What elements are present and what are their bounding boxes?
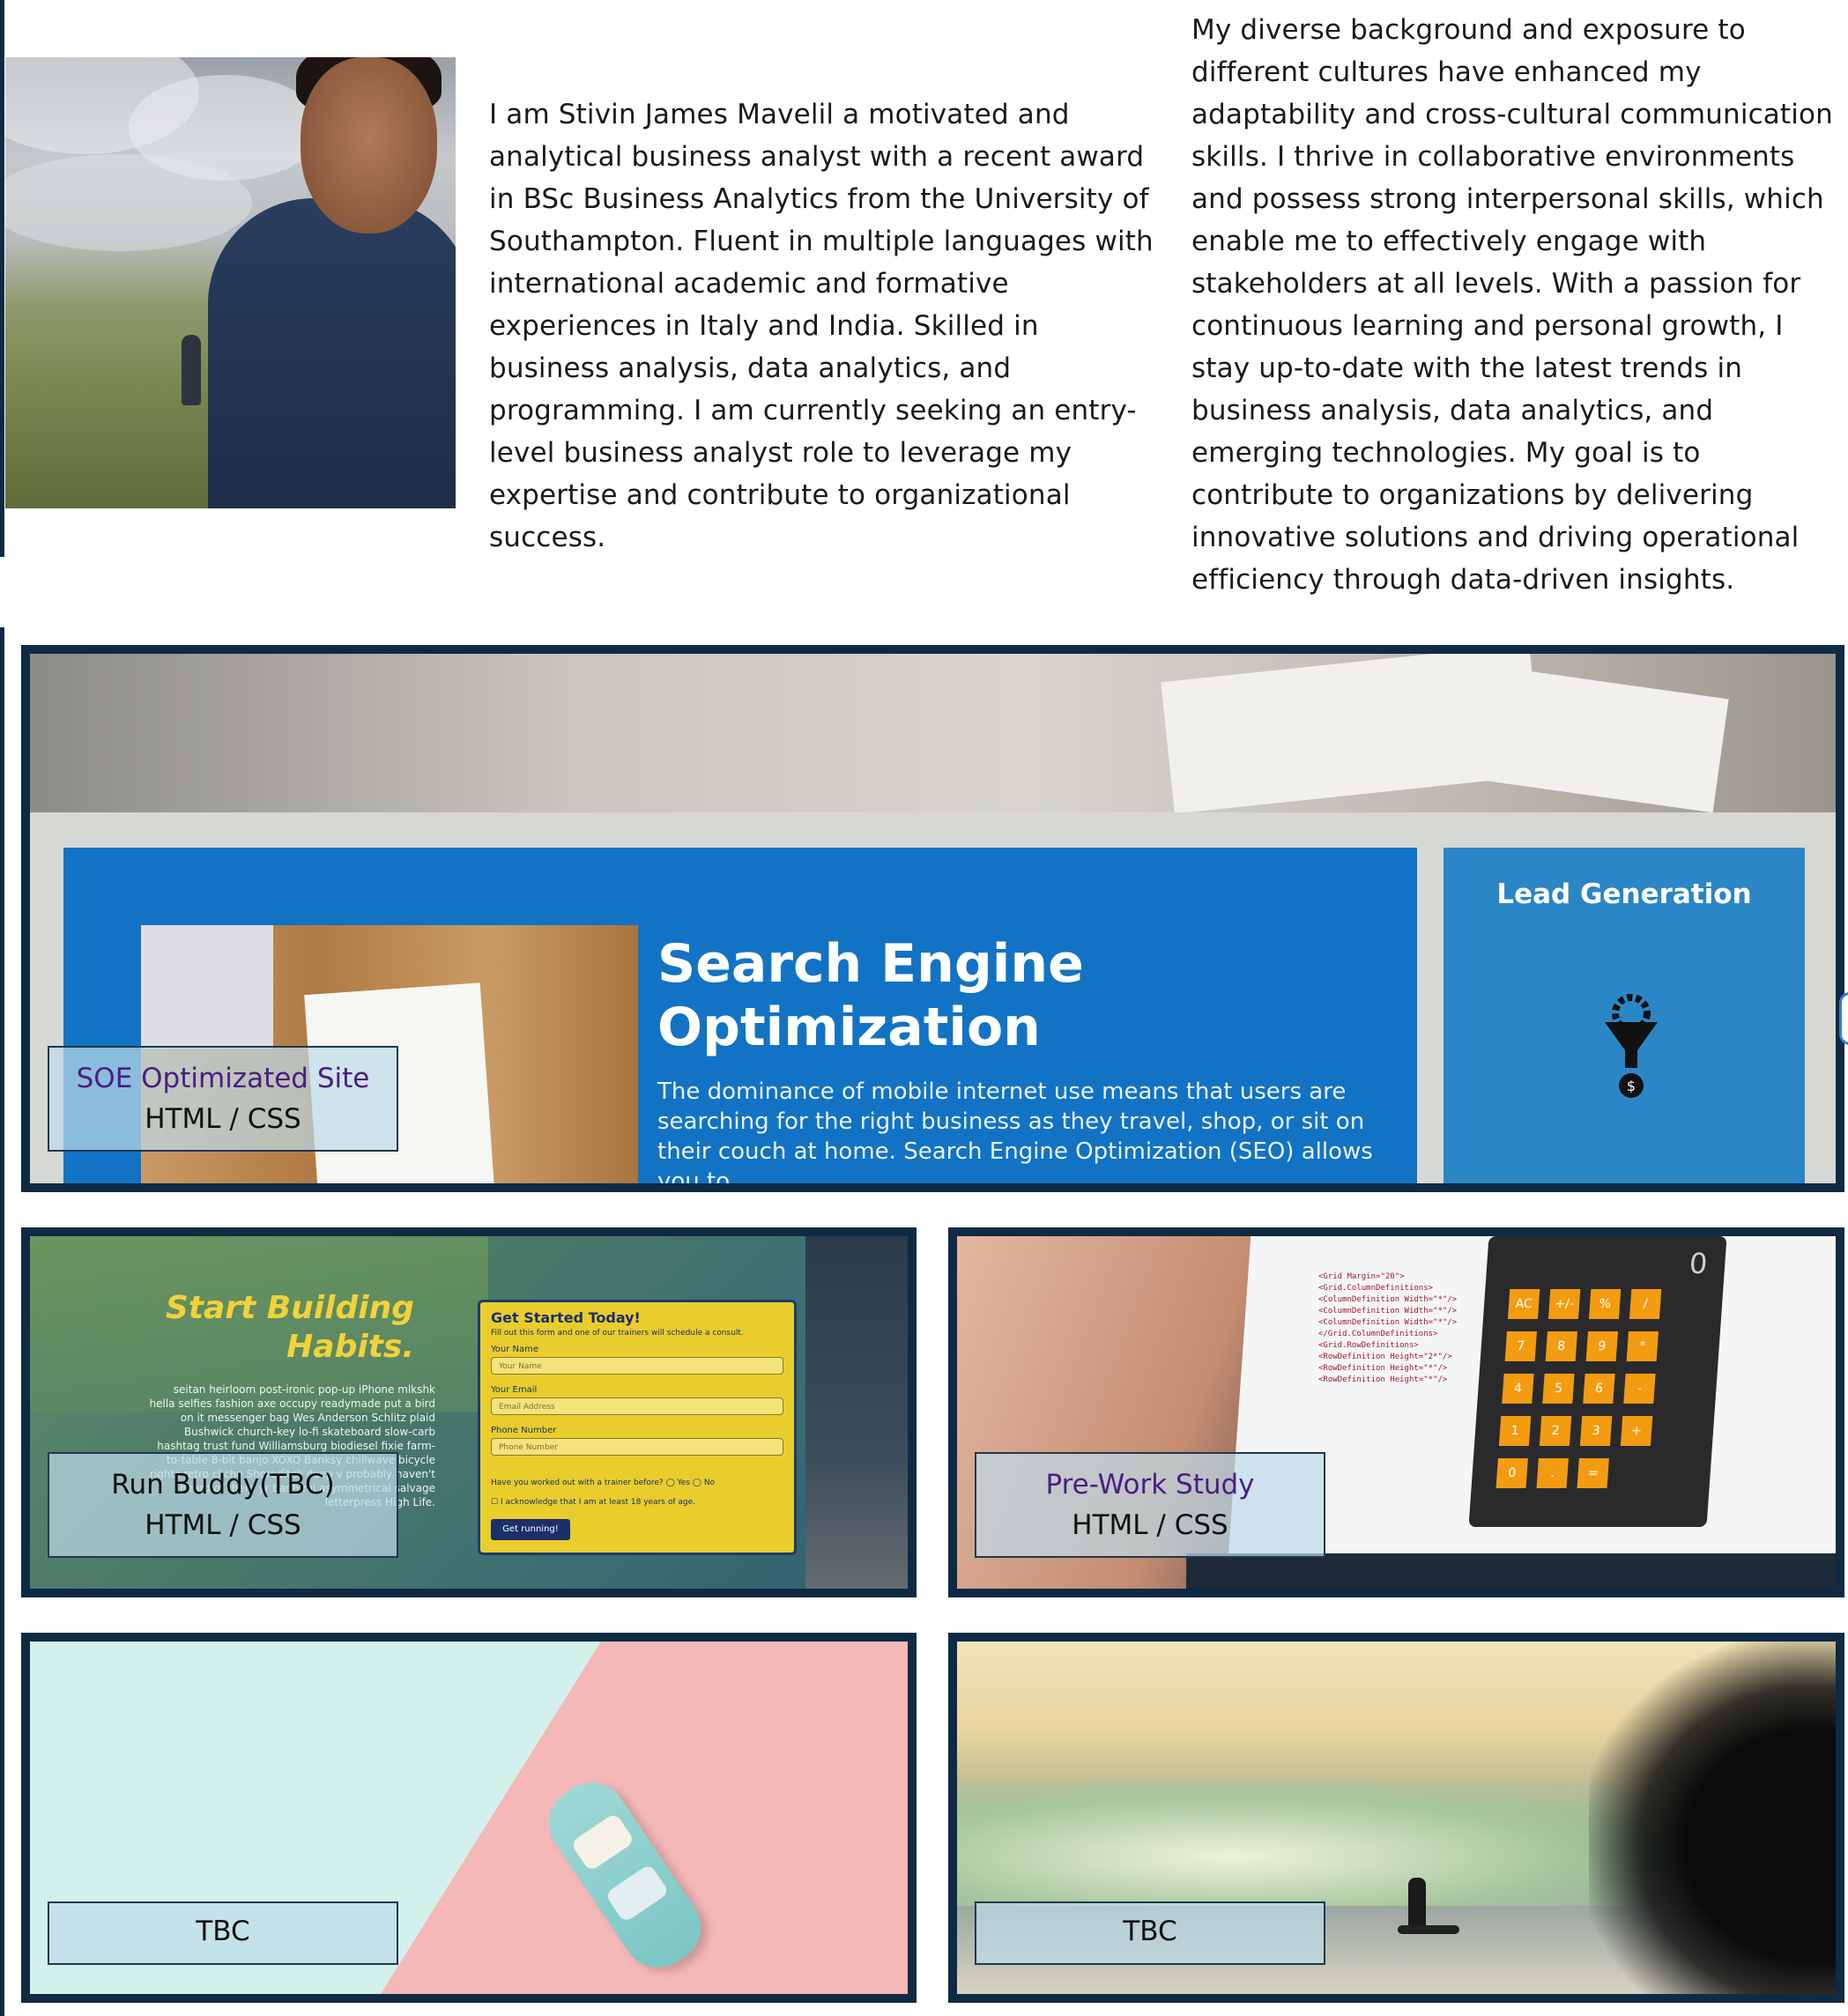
form-label: Your Name — [491, 1345, 539, 1354]
left-border-line — [0, 627, 4, 2016]
calc-key: 1 — [1498, 1416, 1532, 1446]
about-paragraph: My diverse background and exposure to di… — [1191, 14, 1833, 596]
project-caption: SOE Optimizated Site HTML / CSS — [48, 1046, 398, 1152]
surfer-image — [1408, 1878, 1426, 1932]
project-tech: HTML / CSS — [145, 1103, 301, 1135]
project-card-seo[interactable]: Search Engine Optimization The dominance… — [21, 645, 1844, 1192]
form-question: Have you worked out with a trainer befor… — [491, 1479, 716, 1487]
project-title[interactable]: Pre-Work Study — [976, 1464, 1324, 1505]
calc-key: + — [1620, 1416, 1653, 1446]
project-card-tbc[interactable]: TBC — [948, 1633, 1844, 2003]
form-input: Your Name — [491, 1357, 783, 1375]
project-caption: Run Buddy(TBC) HTML / CSS — [48, 1452, 398, 1558]
screenshot-form: Get Started Today! Fill out this form an… — [478, 1300, 797, 1555]
project-title[interactable]: TBC — [49, 1903, 397, 1960]
calc-key: 8 — [1545, 1331, 1577, 1361]
calc-key: +/- — [1547, 1289, 1581, 1319]
about-paragraph: I am Stivin James Mavelil a motivated an… — [489, 99, 1154, 553]
calc-key: % — [1588, 1289, 1622, 1319]
project-title[interactable]: TBC — [976, 1903, 1324, 1960]
calc-key: - — [1623, 1374, 1656, 1404]
form-subtitle: Fill out this form and one of our traine… — [491, 1329, 744, 1338]
calc-key: * — [1626, 1331, 1659, 1361]
form-label: Phone Number — [491, 1426, 557, 1435]
calc-key: / — [1629, 1289, 1662, 1319]
calc-key: 0 — [1495, 1458, 1528, 1488]
project-card-pre-work[interactable]: <Grid Margin="20"> <Grid.ColumnDefinition… — [948, 1227, 1844, 1597]
screenshot-side-heading: Lead Generation — [1496, 878, 1752, 910]
screenshot-heading: Start Building Habits. — [165, 1290, 414, 1365]
form-title: Get Started Today! — [491, 1309, 641, 1326]
calc-key: 4 — [1502, 1374, 1534, 1404]
calculator: 0 AC +/-%/ 7 8 9 * 4 5 6- 1 2 3 +0. = — [1468, 1236, 1727, 1527]
calc-key: 2 — [1539, 1416, 1572, 1446]
project-caption: TBC — [48, 1901, 398, 1965]
calc-key: 6 — [1583, 1374, 1615, 1404]
form-input: Phone Number — [491, 1438, 783, 1456]
left-border-line — [0, 0, 4, 557]
calc-key: AC — [1507, 1289, 1540, 1319]
calc-key: = — [1577, 1458, 1609, 1488]
screenshot-paragraph: The dominance of mobile internet use mea… — [657, 1078, 1373, 1192]
form-input: Email Address — [491, 1397, 783, 1415]
project-caption: TBC — [975, 1901, 1325, 1965]
project-title[interactable]: SOE Optimizated Site — [49, 1058, 397, 1099]
project-tech: HTML / CSS — [145, 1509, 301, 1541]
calc-key: 3 — [1579, 1416, 1613, 1446]
calc-key: . — [1536, 1458, 1569, 1488]
calc-key: 5 — [1542, 1374, 1575, 1404]
calc-display: 0 — [1688, 1247, 1709, 1280]
screenshot-heading: Search Engine Optimization — [657, 933, 1084, 1058]
svg-text:$: $ — [1627, 1078, 1636, 1094]
form-acknowledge: ☐ I acknowledge that I am at least 18 ye… — [491, 1498, 695, 1507]
project-card-run-buddy[interactable]: Start Building Habits. seitan heirloom p… — [21, 1227, 917, 1597]
project-card-tbc[interactable]: TBC — [21, 1633, 917, 2003]
calc-key: 9 — [1585, 1331, 1618, 1361]
project-caption: Pre-Work Study HTML / CSS — [975, 1452, 1325, 1558]
scroll-handle[interactable] — [1839, 992, 1848, 1045]
project-tech: HTML / CSS — [1072, 1509, 1228, 1541]
funnel-gear-icon: $ — [1605, 994, 1658, 1098]
form-button: Get running! — [491, 1519, 570, 1540]
form-label: Your Email — [491, 1385, 538, 1395]
calc-key: 7 — [1504, 1331, 1537, 1361]
profile-photo — [5, 57, 456, 508]
project-title[interactable]: Run Buddy(TBC) — [49, 1464, 397, 1505]
